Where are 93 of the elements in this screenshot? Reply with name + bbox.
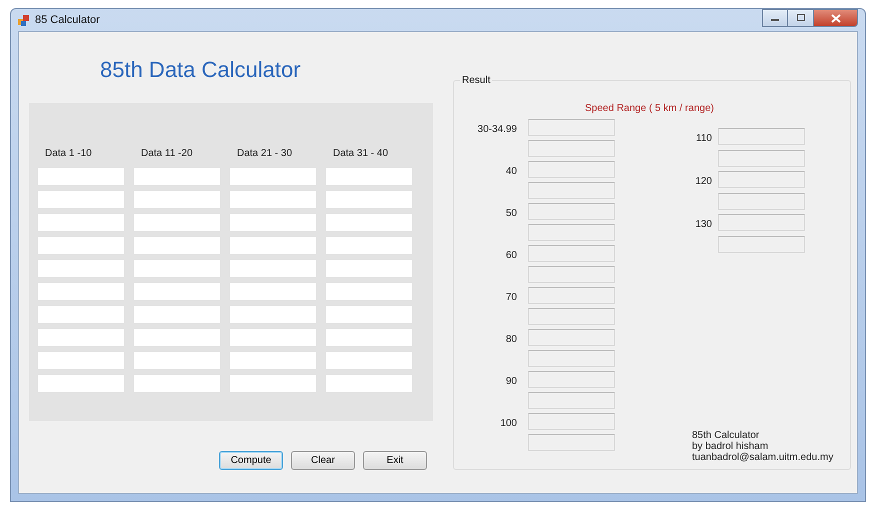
result-field[interactable] xyxy=(718,236,805,253)
result-field[interactable] xyxy=(528,371,615,388)
range-label: 80 xyxy=(504,334,517,345)
app-icon xyxy=(18,14,30,26)
maximize-icon xyxy=(796,14,806,22)
result-field[interactable] xyxy=(528,266,615,283)
data-input[interactable] xyxy=(230,283,316,300)
credit-text: tuanbadrol@salam.uitm.edu.my xyxy=(692,452,834,463)
result-field[interactable] xyxy=(528,287,615,304)
data-input[interactable] xyxy=(38,306,124,323)
result-field[interactable] xyxy=(528,434,615,451)
range-label: 70 xyxy=(504,292,517,303)
window-title: 85 Calculator xyxy=(35,14,100,26)
group-title: Result xyxy=(460,75,492,86)
action-button[interactable]: Clear xyxy=(291,451,355,470)
credit-text: by badrol hisham xyxy=(692,441,770,452)
data-input[interactable] xyxy=(230,237,316,254)
app-heading: 85th Data Calculator xyxy=(100,57,302,83)
data-input[interactable] xyxy=(326,306,412,323)
range-label: 110 xyxy=(695,133,712,144)
result-field[interactable] xyxy=(718,214,805,231)
data-input[interactable] xyxy=(134,306,220,323)
close-icon xyxy=(830,14,840,22)
column-header: Data 31 - 40 xyxy=(333,148,390,161)
result-field[interactable] xyxy=(528,161,615,178)
result-field[interactable] xyxy=(528,308,615,325)
data-input[interactable] xyxy=(134,260,220,277)
data-input[interactable] xyxy=(38,260,124,277)
data-input[interactable] xyxy=(230,260,316,277)
range-label: 100 xyxy=(499,418,517,429)
data-input[interactable] xyxy=(326,375,412,392)
data-input[interactable] xyxy=(326,283,412,300)
column-header: Data 11 -20 xyxy=(141,148,194,161)
data-input[interactable] xyxy=(134,352,220,369)
result-field[interactable] xyxy=(528,182,615,199)
data-input[interactable] xyxy=(326,214,412,231)
maximize-button[interactable] xyxy=(788,9,814,27)
credit-text: 85th Calculator xyxy=(692,430,760,441)
data-input[interactable] xyxy=(230,375,316,392)
data-input[interactable] xyxy=(38,214,124,231)
result-field[interactable] xyxy=(718,128,805,145)
close-button[interactable] xyxy=(814,9,858,27)
result-field[interactable] xyxy=(528,329,615,346)
range-label: 30-34.99 xyxy=(476,124,517,135)
result-field[interactable] xyxy=(528,203,615,220)
range-label: 40 xyxy=(504,166,517,177)
data-input[interactable] xyxy=(230,329,316,346)
result-field[interactable] xyxy=(718,193,805,210)
data-input[interactable] xyxy=(230,168,316,185)
data-input[interactable] xyxy=(38,352,124,369)
column-header: Data 1 -10 xyxy=(45,148,93,161)
result-field[interactable] xyxy=(528,392,615,409)
data-input[interactable] xyxy=(230,306,316,323)
action-button[interactable]: Exit xyxy=(363,451,427,470)
data-input[interactable] xyxy=(134,237,220,254)
result-field[interactable] xyxy=(528,119,615,136)
data-input[interactable] xyxy=(134,283,220,300)
range-label: 50 xyxy=(504,208,517,219)
column-header: Data 21 - 30 xyxy=(237,148,294,161)
result-field[interactable] xyxy=(528,140,615,157)
data-input[interactable] xyxy=(230,191,316,208)
range-label: 130 xyxy=(694,219,712,230)
data-input[interactable] xyxy=(134,375,220,392)
result-field[interactable] xyxy=(528,245,615,262)
result-field[interactable] xyxy=(718,171,805,188)
data-input[interactable] xyxy=(326,237,412,254)
action-button[interactable]: Compute xyxy=(219,451,283,470)
data-input[interactable] xyxy=(230,214,316,231)
data-input[interactable] xyxy=(326,352,412,369)
data-input[interactable] xyxy=(134,191,220,208)
data-input[interactable] xyxy=(38,375,124,392)
range-label: 120 xyxy=(694,176,712,187)
range-label: 60 xyxy=(504,250,517,261)
data-input[interactable] xyxy=(38,168,124,185)
data-input[interactable] xyxy=(134,329,220,346)
result-field[interactable] xyxy=(718,150,805,167)
data-input[interactable] xyxy=(326,168,412,185)
data-input[interactable] xyxy=(326,260,412,277)
result-field[interactable] xyxy=(528,413,615,430)
data-input[interactable] xyxy=(134,168,220,185)
result-field[interactable] xyxy=(528,224,615,241)
result-field[interactable] xyxy=(528,350,615,367)
data-input[interactable] xyxy=(38,283,124,300)
data-input[interactable] xyxy=(38,237,124,254)
data-input[interactable] xyxy=(38,329,124,346)
data-input[interactable] xyxy=(230,352,316,369)
data-input[interactable] xyxy=(134,214,220,231)
data-input[interactable] xyxy=(326,191,412,208)
minimize-button[interactable] xyxy=(762,9,788,27)
range-label: 90 xyxy=(504,376,517,387)
speed-range-title: Speed Range ( 5 km / range) xyxy=(585,103,715,115)
data-input[interactable] xyxy=(38,191,124,208)
data-input[interactable] xyxy=(326,329,412,346)
